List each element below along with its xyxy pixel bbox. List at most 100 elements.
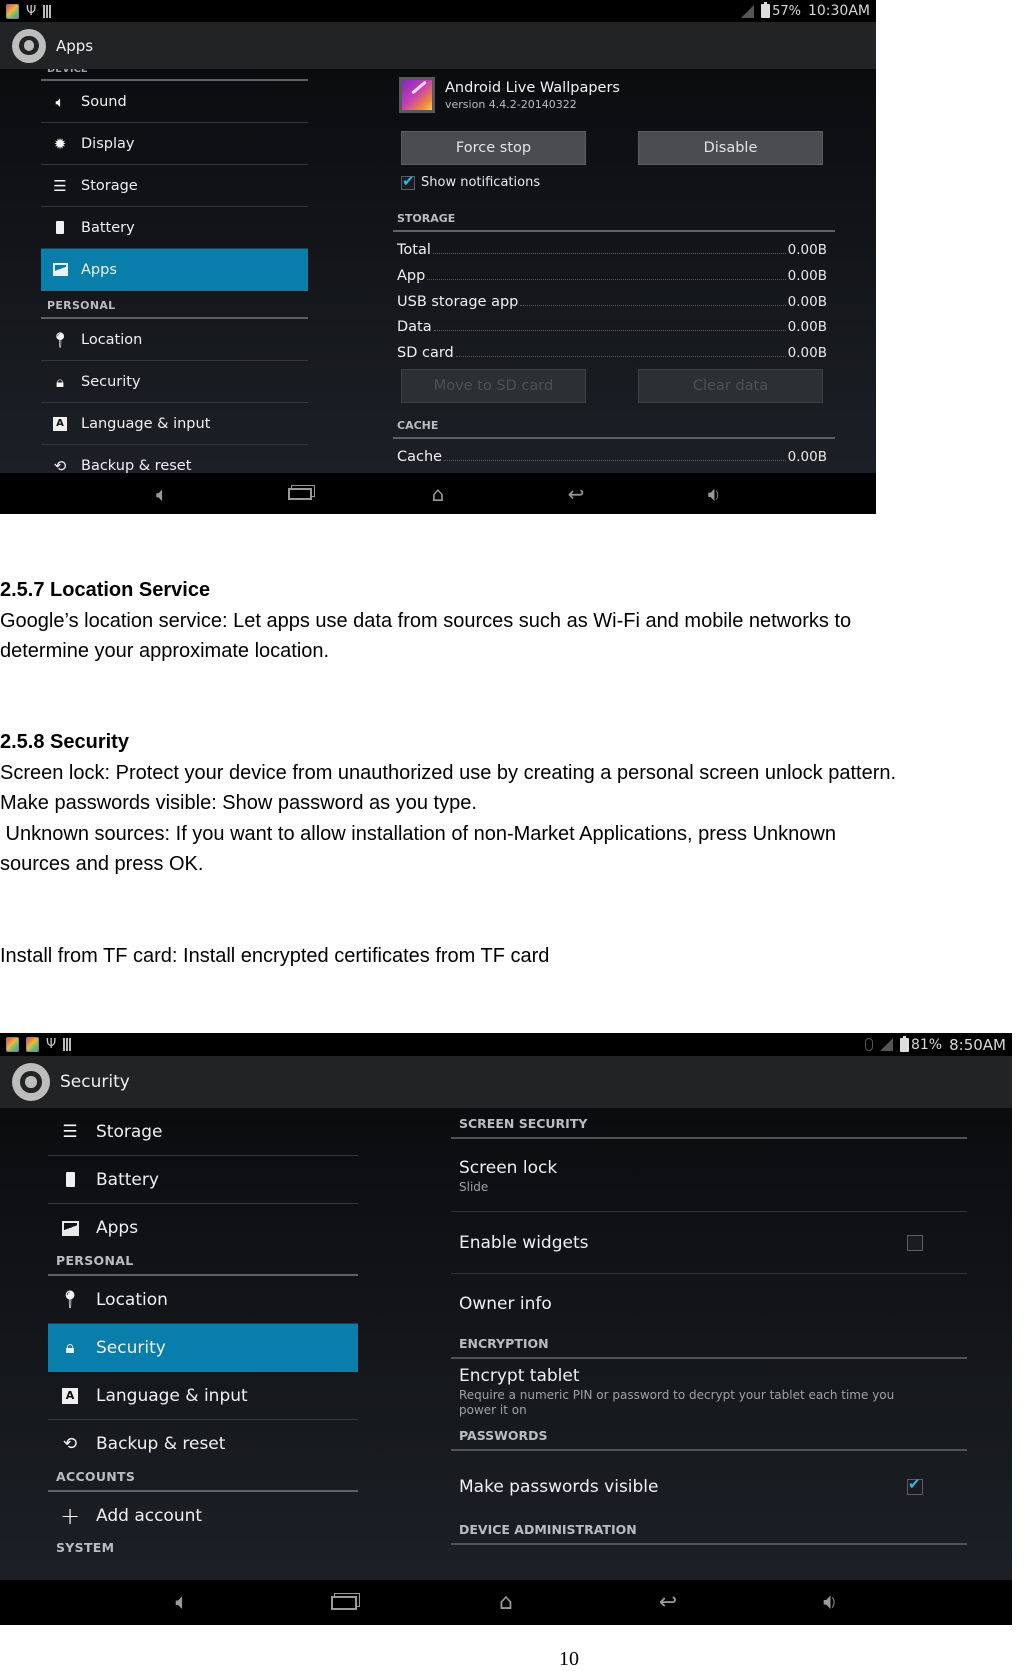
sidebar-item-apps[interactable]: Apps — [48, 1204, 358, 1252]
paragraph-line: Screen lock: Protect your device from un… — [0, 761, 897, 784]
make-passwords-visible-checkbox[interactable] — [907, 1475, 923, 1495]
live-wallpapers-app-icon — [399, 77, 435, 113]
pref-title: Encrypt tablet — [459, 1366, 580, 1386]
sidebar-item-location[interactable]: 📍︎ Location — [48, 1276, 358, 1324]
volume-icon: 🔈︎ — [55, 92, 65, 111]
storage-row-app: App 0.00B — [397, 262, 827, 284]
dotted-leader — [444, 460, 786, 461]
back-icon[interactable]: ↩ — [587, 1590, 749, 1615]
dotted-leader — [427, 279, 786, 280]
cache-row: Cache 0.00B — [397, 443, 827, 465]
keyboard-a-icon: A — [58, 1387, 82, 1404]
signal-icon — [741, 4, 755, 18]
home-icon[interactable]: ⌂ — [369, 482, 507, 506]
signal-icon — [879, 1038, 893, 1051]
section-heading: 2.5.7 Location Service — [0, 579, 211, 601]
battery-status-icon — [761, 2, 771, 18]
clock: 8:50AM — [949, 1035, 1006, 1054]
settings-content: ☰ Storage Battery Apps PERSONAL 📍︎ Locat… — [0, 1108, 1012, 1580]
storage-icon: ☰ — [62, 1121, 78, 1142]
settings-gear-icon[interactable] — [7, 24, 51, 67]
bluetooth-icon — [864, 1038, 873, 1051]
page-number: 10 — [559, 1648, 579, 1670]
screen-lock-pref[interactable]: Screen lock Slide — [451, 1152, 967, 1212]
clear-data-button[interactable]: Clear data — [638, 369, 823, 403]
usb-icon: Ψ — [46, 1037, 57, 1052]
home-icon[interactable]: ⌂ — [425, 1590, 587, 1615]
sidebar-item-battery[interactable]: Battery — [48, 1156, 358, 1204]
notification-app-icon — [6, 1037, 19, 1052]
pref-title: Screen lock — [459, 1158, 558, 1178]
volume-up-icon[interactable]: 🔉︎ — [749, 1590, 911, 1615]
storage-row-sd-card: SD card 0.00B — [397, 339, 827, 361]
enable-widgets-checkbox[interactable] — [907, 1234, 923, 1251]
dotted-leader — [520, 305, 786, 306]
apps-settings-screenshot: Ψ 57% 10:30AM Apps DEVICE 🔈︎ Sound ✹ Dis… — [0, 0, 876, 514]
show-notifications-checkbox[interactable] — [401, 172, 415, 190]
sidebar-item-language-input[interactable]: A Language & input — [48, 1372, 358, 1420]
sidebar-item-battery[interactable]: Battery — [41, 207, 308, 249]
usb-icon: Ψ — [26, 3, 37, 19]
sidebar-item-security[interactable]: 🔒︎ Security — [41, 361, 308, 403]
sidebar-item-backup-reset[interactable]: ⟲ Backup & reset — [48, 1420, 358, 1468]
sidebar-header-system: SYSTEM — [56, 1540, 115, 1554]
storage-icon: ☰ — [53, 176, 67, 195]
install-from-tf-paragraph: Install from TF card: Install encrypted … — [0, 941, 549, 972]
show-notifications-row[interactable]: Show notifications — [401, 172, 541, 190]
make-passwords-visible-pref[interactable]: Make passwords visible — [451, 1456, 967, 1518]
storage-label: Total — [397, 242, 431, 258]
sidebar-item-label: Security — [96, 1337, 166, 1358]
sidebar-item-label: Location — [81, 331, 143, 348]
pref-summary: Slide — [459, 1180, 489, 1194]
pref-summary: Require a numeric PIN or password to dec… — [459, 1388, 895, 1417]
storage-label: SD card — [397, 345, 454, 361]
paragraph-line: Make passwords visible: Show password as… — [0, 792, 477, 814]
app-header: Android Live Wallpapers version 4.4.2-20… — [399, 77, 620, 113]
sidebar-item-label: Sound — [81, 93, 127, 110]
sidebar-item-apps[interactable]: Apps — [41, 249, 308, 291]
notification-app-icon — [6, 3, 19, 19]
encrypt-tablet-pref[interactable]: Encrypt tablet Require a numeric PIN or … — [451, 1366, 967, 1428]
sidebar-item-sound[interactable]: 🔈︎ Sound — [41, 81, 308, 123]
battery-percent: 81% — [910, 1036, 943, 1053]
action-bar: Security — [0, 1056, 1012, 1108]
volume-up-icon[interactable]: 🔉︎ — [645, 482, 783, 506]
storage-row-usb-storage-app: USB storage app 0.00B — [397, 288, 827, 310]
sidebar-item-location[interactable]: 📍︎ Location — [41, 319, 308, 361]
back-icon[interactable]: ↩ — [507, 482, 645, 506]
sidebar-item-label: Display — [81, 135, 135, 152]
sidebar-item-label: Battery — [81, 219, 135, 236]
settings-content: DEVICE 🔈︎ Sound ✹ Display ☰ Storage Batt… — [0, 69, 876, 475]
sidebar-item-label: Storage — [81, 177, 138, 194]
sidebar-item-add-account[interactable]: + Add account — [48, 1492, 358, 1540]
paragraph-line: Unknown sources: If you want to allow in… — [0, 822, 836, 845]
dotted-leader — [432, 253, 786, 254]
sidebar-item-label: Backup & reset — [81, 458, 192, 474]
owner-info-pref[interactable]: Owner info — [451, 1274, 967, 1334]
settings-gear-icon[interactable] — [7, 1058, 55, 1106]
sidebar-item-security[interactable]: 🔒︎ Security — [48, 1324, 358, 1372]
storage-row-total: Total 0.00B — [397, 236, 827, 258]
paragraph-line: sources and press OK. — [0, 853, 204, 875]
battery-icon — [49, 221, 71, 234]
apps-icon — [58, 1220, 82, 1236]
battery-icon — [58, 1172, 82, 1187]
sidebar-item-label: Apps — [96, 1218, 139, 1238]
sidebar-item-label: Language & input — [81, 415, 211, 432]
sidebar-item-language-input[interactable]: A Language & input — [41, 403, 308, 445]
move-to-sd-card-button[interactable]: Move to SD card — [401, 369, 586, 403]
storage-label: Data — [397, 319, 432, 335]
sidebar-item-display[interactable]: ✹ Display — [41, 123, 308, 165]
recent-apps-icon[interactable] — [263, 1595, 425, 1610]
storage-value: 0.00B — [787, 345, 827, 361]
storage-value: 0.00B — [787, 319, 827, 335]
volume-down-icon[interactable]: 🔈︎ — [101, 1590, 263, 1615]
show-notifications-label: Show notifications — [421, 175, 541, 190]
volume-down-icon[interactable]: 🔈︎ — [93, 482, 231, 506]
disable-button[interactable]: Disable — [638, 131, 823, 165]
recent-apps-icon[interactable] — [231, 487, 369, 500]
sidebar-item-storage[interactable]: ☰ Storage — [41, 165, 308, 207]
sidebar-item-storage[interactable]: ☰ Storage — [48, 1108, 358, 1156]
enable-widgets-pref[interactable]: Enable widgets — [451, 1212, 967, 1274]
force-stop-button[interactable]: Force stop — [401, 131, 586, 165]
